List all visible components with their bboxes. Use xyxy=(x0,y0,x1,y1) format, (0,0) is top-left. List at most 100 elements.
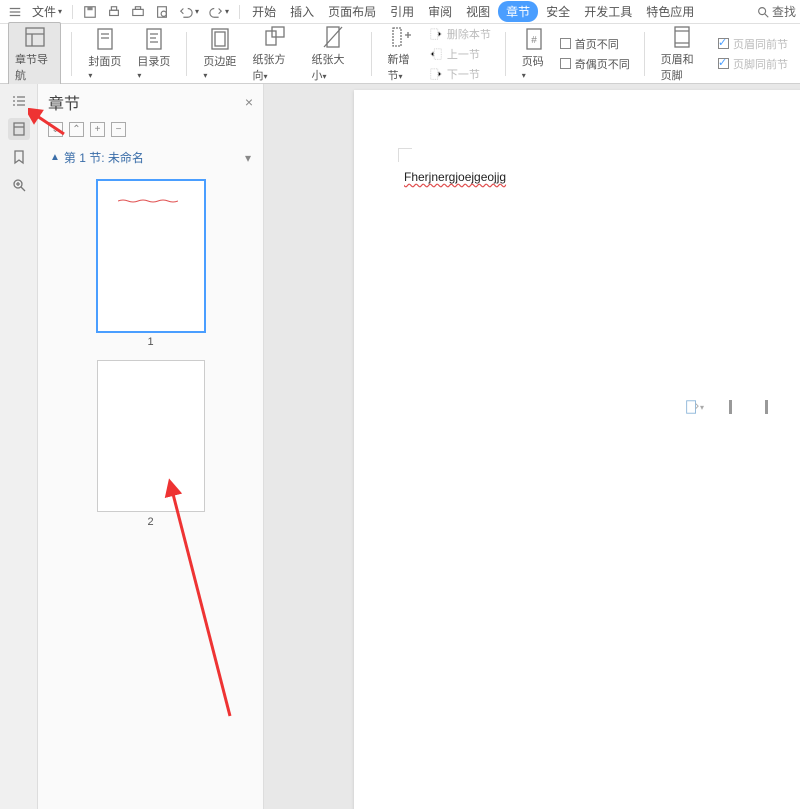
menubar: 文件▾ ▾ ▾ 开始 插入 页面布局 引用 审阅 视图 章节 安全 开发工具 特… xyxy=(0,0,800,24)
preview-button[interactable] xyxy=(151,3,173,21)
chevron-down-icon: ▾ xyxy=(700,403,704,412)
zoom-icon[interactable] xyxy=(8,174,30,196)
toc-button[interactable]: 目录页▾ xyxy=(131,25,176,83)
chapter-panel: 章节 × ⌄ ⌃ + − ▲ 第 1 节: 未命名 ▾ 1 2 xyxy=(38,84,264,809)
ribbon: 章节导航 封面页▾ 目录页▾ 页边距▾ 纸张方向▾ 纸张大小▾ 新增节 xyxy=(0,24,800,84)
tab-security[interactable]: 安全 xyxy=(540,1,576,22)
print-button[interactable] xyxy=(103,3,125,21)
cover-button[interactable]: 封面页▾ xyxy=(82,25,127,83)
prev-section-icon xyxy=(429,47,443,61)
prev-section-button[interactable]: 上一节 xyxy=(425,45,495,63)
expand-all-button[interactable]: ⌃ xyxy=(69,122,84,137)
ribbon-group-pages: 封面页▾ 目录页▾ xyxy=(78,25,180,83)
thumb-page-2 xyxy=(97,360,205,512)
separator xyxy=(371,32,372,76)
panel-close-button[interactable]: × xyxy=(245,94,253,110)
next-section-label: 下一节 xyxy=(447,66,480,82)
workspace[interactable]: Fherjnergjoejgeojjg ▾ xyxy=(264,84,800,809)
redo-icon xyxy=(209,5,223,19)
text-squiggle-icon xyxy=(118,199,178,203)
ribbon-group-pagenum: # 页码▾ 首页不同 奇偶页不同 xyxy=(512,25,638,83)
header-same-label: 页眉同前节 xyxy=(733,36,788,52)
same-col: 页眉同前节 页脚同前节 xyxy=(714,35,792,73)
divider xyxy=(239,5,240,19)
tab-dev[interactable]: 开发工具 xyxy=(578,1,638,22)
margin-icon xyxy=(208,27,232,51)
orientation-button[interactable]: 纸张方向▾ xyxy=(247,23,302,85)
separator xyxy=(505,32,506,76)
remove-section-button[interactable]: − xyxy=(111,122,126,137)
page-text[interactable]: Fherjnergjoejgeojjg xyxy=(404,170,506,184)
header-footer-button[interactable]: 页眉和页脚 xyxy=(655,23,710,85)
header-same-check[interactable]: 页眉同前节 xyxy=(714,35,792,53)
margin-button[interactable]: 页边距▾ xyxy=(197,25,242,83)
footer-same-check[interactable]: 页脚同前节 xyxy=(714,55,792,73)
delete-section-label: 删除本节 xyxy=(447,26,491,42)
cover-label: 封面页▾ xyxy=(88,53,121,81)
footer-same-label: 页脚同前节 xyxy=(733,56,788,72)
thumb-1[interactable]: 1 xyxy=(97,180,205,348)
tab-special[interactable]: 特色应用 xyxy=(640,1,700,22)
side-strip xyxy=(0,84,38,809)
thumb-page-1 xyxy=(97,180,205,332)
undo-button[interactable]: ▾ xyxy=(175,3,203,21)
chapter-nav-button[interactable]: 章节导航 xyxy=(8,22,61,86)
thumb-2[interactable]: 2 xyxy=(97,360,205,528)
cursor-marker xyxy=(720,397,740,417)
size-button[interactable]: 纸张大小▾ xyxy=(306,23,361,85)
outline-icon[interactable] xyxy=(8,90,30,112)
section-label: 第 1 节: 未命名 xyxy=(64,149,144,166)
search-button[interactable]: 查找 xyxy=(756,3,796,20)
add-section-button[interactable]: + xyxy=(90,122,105,137)
save-button[interactable] xyxy=(79,3,101,21)
first-diff-check[interactable]: 首页不同 xyxy=(556,35,634,53)
margin-label: 页边距▾ xyxy=(203,53,236,81)
search-label: 查找 xyxy=(772,3,796,20)
odd-even-diff-check[interactable]: 奇偶页不同 xyxy=(556,55,634,73)
redo-button[interactable]: ▾ xyxy=(205,3,233,21)
tab-layout[interactable]: 页面布局 xyxy=(322,1,382,22)
tab-insert[interactable]: 插入 xyxy=(284,1,320,22)
tab-start[interactable]: 开始 xyxy=(246,1,282,22)
file-label: 文件 xyxy=(32,3,56,20)
new-section-button[interactable]: 新增节▾ xyxy=(381,23,420,85)
prev-section-label: 上一节 xyxy=(447,46,480,62)
next-section-button[interactable]: 下一节 xyxy=(425,65,495,83)
triangle-down-icon: ▲ xyxy=(50,152,60,163)
tab-ref[interactable]: 引用 xyxy=(384,1,420,22)
file-menu[interactable]: 文件▾ xyxy=(28,1,66,22)
orientation-icon xyxy=(262,25,286,49)
header-footer-icon xyxy=(670,25,694,49)
delete-section-button[interactable]: 删除本节 xyxy=(425,25,495,43)
checkbox-icon xyxy=(560,58,571,69)
cursor-marker xyxy=(756,397,776,417)
menu-button[interactable] xyxy=(4,3,26,21)
thumbnails: 1 2 xyxy=(38,172,263,536)
cover-icon xyxy=(93,27,117,51)
print-preview-button[interactable] xyxy=(127,3,149,21)
orientation-label: 纸张方向▾ xyxy=(253,51,296,83)
tab-review[interactable]: 审阅 xyxy=(422,1,458,22)
hamburger-icon xyxy=(8,5,22,19)
bookmark-icon[interactable] xyxy=(8,146,30,168)
section-row[interactable]: ▲ 第 1 节: 未命名 ▾ xyxy=(38,143,263,172)
page[interactable]: Fherjnergjoejgeojjg xyxy=(354,90,800,809)
print-icon xyxy=(107,5,121,19)
page-number-button[interactable]: # 页码▾ xyxy=(516,25,552,83)
section-menu-button[interactable]: ▾ xyxy=(245,151,251,165)
insert-page-button[interactable]: ▾ xyxy=(684,397,704,417)
chapter-icon[interactable] xyxy=(8,118,30,140)
separator xyxy=(186,32,187,76)
new-section-label: 新增节▾ xyxy=(387,51,414,83)
tab-chapter[interactable]: 章节 xyxy=(498,1,538,22)
size-label: 纸张大小▾ xyxy=(312,51,355,83)
collapse-all-button[interactable]: ⌄ xyxy=(48,122,63,137)
tab-view[interactable]: 视图 xyxy=(460,1,496,22)
section-nav-col: 删除本节 上一节 下一节 xyxy=(425,25,495,83)
ribbon-group-nav: 章节导航 xyxy=(4,22,65,86)
delete-section-icon xyxy=(429,27,443,41)
panel-toolbar: ⌄ ⌃ + − xyxy=(38,120,263,143)
search-icon xyxy=(756,5,770,19)
diff-col: 首页不同 奇偶页不同 xyxy=(556,35,634,73)
page-number-label: 页码▾ xyxy=(522,53,546,81)
